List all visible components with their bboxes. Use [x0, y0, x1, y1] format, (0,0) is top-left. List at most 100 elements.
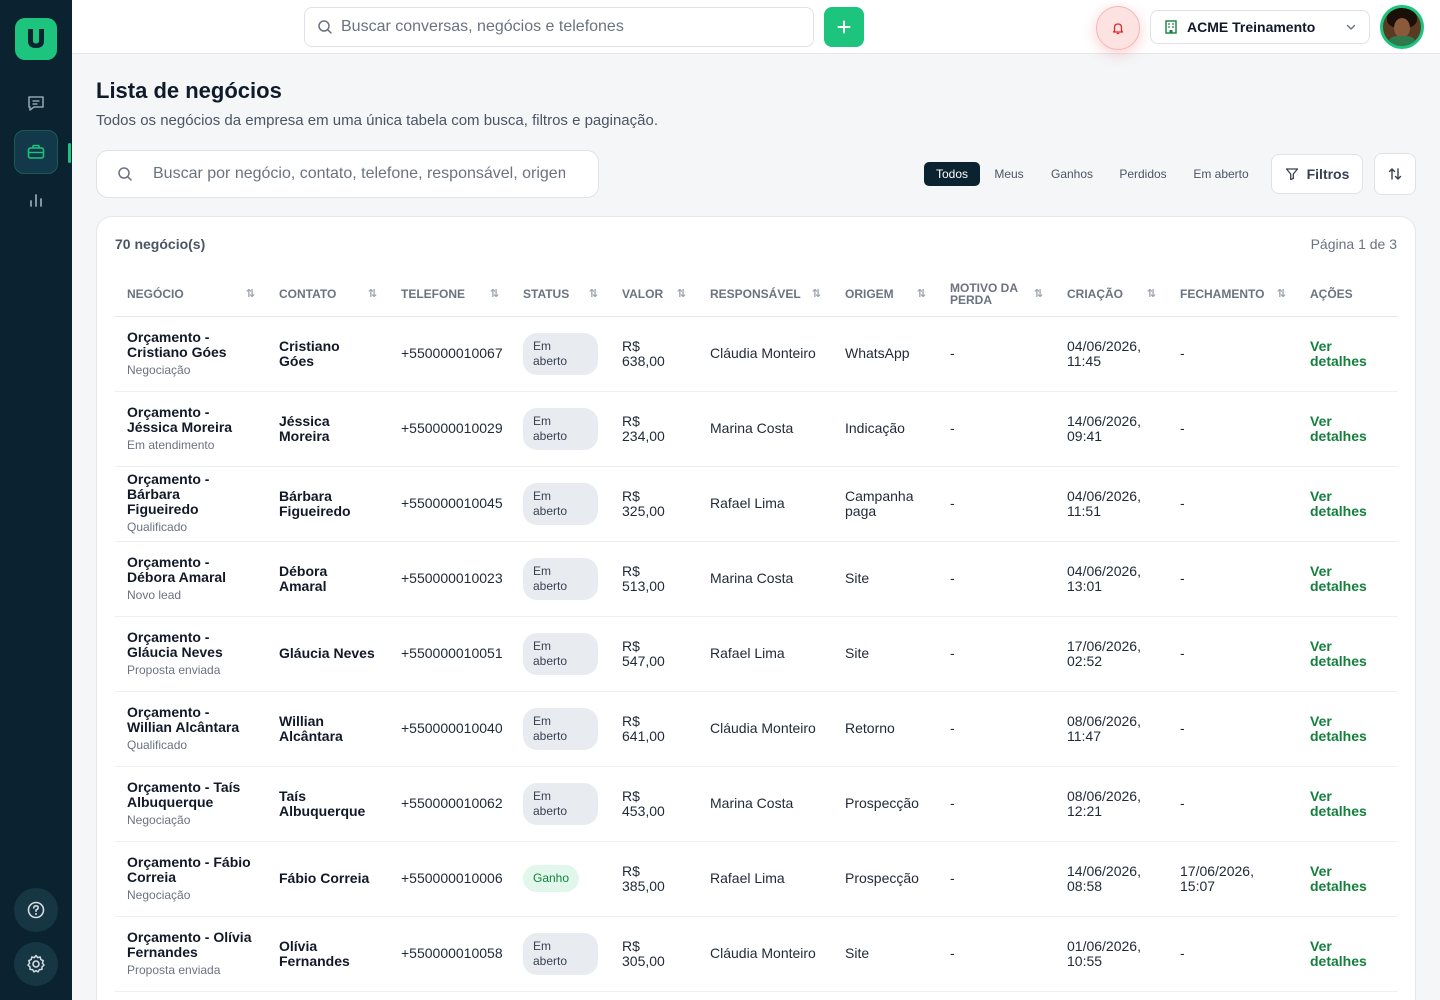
- view-details-link[interactable]: Ver detalhes: [1310, 338, 1367, 369]
- cell-closed: -: [1168, 391, 1298, 467]
- cell-contact: Taís Albuquerque: [267, 766, 389, 842]
- sidebar-item-conversations[interactable]: [14, 81, 58, 125]
- status-badge: Em aberto: [523, 557, 598, 600]
- table-row: Orçamento - Débora Amaral Novo lead Débora…: [115, 541, 1398, 617]
- help-button[interactable]: [14, 888, 58, 932]
- cell-phone: +550000010058: [389, 916, 511, 992]
- deal-stage: Negociação: [127, 362, 191, 377]
- add-button[interactable]: [824, 7, 864, 47]
- column-header-created[interactable]: Criação ⇅: [1055, 273, 1168, 317]
- column-header-closed[interactable]: Fechamento ⇅: [1168, 273, 1298, 317]
- topbar: ACME Treinamento: [72, 0, 1440, 54]
- segment-all[interactable]: Todos: [924, 162, 980, 186]
- cell-created: 04/06/2026, 11:45: [1055, 316, 1168, 392]
- notifications-button[interactable]: [1096, 6, 1140, 50]
- column-header-owner[interactable]: Responsável ⇅: [698, 273, 833, 317]
- cell-created: 04/06/2026, 13:01: [1055, 541, 1168, 617]
- cell-status: Em aberto: [511, 466, 610, 542]
- company-selector[interactable]: ACME Treinamento: [1150, 10, 1370, 44]
- global-search[interactable]: [304, 7, 814, 47]
- column-header-phone[interactable]: Telefone ⇅: [389, 273, 511, 317]
- deal-name[interactable]: Orçamento - Bárbara Figueiredo: [127, 472, 255, 517]
- page-subtitle: Todos os negócios da empresa em uma únic…: [96, 112, 658, 129]
- deal-name[interactable]: Orçamento - Cristiano Góes: [127, 329, 255, 360]
- briefcase-icon: [27, 144, 45, 159]
- deal-name[interactable]: Orçamento - Gláucia Neves: [127, 629, 255, 660]
- cell-origin: Prospecção: [833, 841, 938, 917]
- cell-origin: Retorno: [833, 691, 938, 767]
- segment-mine[interactable]: Meus: [986, 162, 1032, 186]
- segment-open[interactable]: Em aberto: [1184, 162, 1258, 186]
- cell-contact: Willian Alcântara: [267, 691, 389, 767]
- cell-contact: Cristiano Góes: [267, 316, 389, 392]
- column-header-value[interactable]: Valor ⇅: [610, 273, 698, 317]
- table-row: Orçamento - Gláucia Neves Proposta enviad…: [115, 616, 1398, 692]
- deal-search-input[interactable]: [153, 165, 565, 183]
- sidebar-item-deals[interactable]: [14, 130, 58, 174]
- view-details-link[interactable]: Ver detalhes: [1310, 413, 1367, 444]
- cell-deal: Orçamento - Olívia Fernandes Proposta env…: [115, 916, 267, 992]
- cell-created: 04/06/2026, 11:51: [1055, 466, 1168, 542]
- deal-stage: Qualificado: [127, 520, 188, 534]
- filters-button[interactable]: Filtros: [1271, 154, 1363, 194]
- cell-contact: Jéssica Moreira: [267, 391, 389, 467]
- global-search-input[interactable]: [341, 18, 801, 36]
- deal-name[interactable]: Orçamento - Taís Albuquerque: [127, 779, 255, 810]
- column-header-deal[interactable]: Negócio ⇅: [115, 273, 267, 317]
- cell-closed: -: [1168, 766, 1298, 842]
- sort-arrows-icon: ⇅: [245, 288, 255, 301]
- deal-name[interactable]: Orçamento - Fábio Correia: [127, 854, 255, 885]
- column-header-loss-reason[interactable]: Motivo da perda ⇅: [938, 273, 1055, 317]
- cell-deal: Orçamento - Jéssica Moreira Em atendiment…: [115, 391, 267, 467]
- chevron-down-icon: [1346, 24, 1356, 30]
- column-header-status[interactable]: Status ⇅: [511, 273, 610, 317]
- view-details-link[interactable]: Ver detalhes: [1310, 713, 1367, 744]
- sidebar-item-reports[interactable]: [14, 178, 58, 222]
- user-avatar[interactable]: [1380, 5, 1424, 49]
- view-details-link[interactable]: Ver detalhes: [1310, 638, 1367, 669]
- segment-won[interactable]: Ganhos: [1042, 162, 1102, 186]
- cell-origin: Prospecção: [833, 766, 938, 842]
- view-details-link[interactable]: Ver detalhes: [1310, 563, 1367, 594]
- deal-count: 70 negócio(s): [115, 236, 206, 252]
- help-icon: [27, 901, 45, 919]
- sort-arrows-icon: ⇅: [676, 288, 686, 301]
- plus-icon: [837, 20, 851, 34]
- settings-button[interactable]: [14, 942, 58, 986]
- column-header-contact[interactable]: Contato ⇅: [267, 273, 389, 317]
- cell-owner: Cláudia Monteiro: [698, 316, 833, 392]
- cell-value: R$ 325,00: [610, 466, 698, 542]
- deal-name[interactable]: Orçamento - Jéssica Moreira: [127, 404, 255, 435]
- cell-closed: -: [1168, 916, 1298, 992]
- app-logo[interactable]: [15, 18, 57, 60]
- cell-created: 01/06/2026, 10:55: [1055, 916, 1168, 992]
- view-details-link[interactable]: Ver detalhes: [1310, 488, 1367, 519]
- sort-button[interactable]: [1374, 153, 1416, 195]
- cell-closed: -: [1168, 466, 1298, 542]
- deal-stage: Qualificado: [127, 737, 188, 752]
- deal-search[interactable]: [96, 150, 599, 198]
- deal-stage: Negociação: [127, 887, 191, 902]
- view-details-link[interactable]: Ver detalhes: [1310, 788, 1367, 819]
- cell-value: R$ 513,00: [610, 541, 698, 617]
- table-row: Orçamento - Willian Alcântara Qualificado…: [115, 691, 1398, 767]
- search-icon: [118, 167, 132, 181]
- cell-closed: -: [1168, 316, 1298, 392]
- view-details-link[interactable]: Ver detalhes: [1310, 863, 1367, 894]
- table-row: Orçamento - Fábio Correia Negociação Fábio…: [115, 841, 1398, 917]
- view-details-link[interactable]: Ver detalhes: [1310, 938, 1367, 969]
- column-header-origin[interactable]: Origem ⇅: [833, 273, 938, 317]
- segment-lost[interactable]: Perdidos: [1110, 162, 1176, 186]
- cell-value: R$ 453,00: [610, 766, 698, 842]
- cell-actions: Ver detalhes: [1298, 766, 1398, 842]
- cell-deal: Orçamento - Bárbara Figueiredo Qualificad…: [115, 466, 267, 542]
- table-row: Orçamento - Bárbara Figueiredo Qualificad…: [115, 466, 1398, 542]
- cell-contact: Débora Amaral: [267, 541, 389, 617]
- building-icon: [1165, 20, 1177, 34]
- deal-name[interactable]: Orçamento - Willian Alcântara: [127, 704, 255, 735]
- deal-name[interactable]: Orçamento - Olívia Fernandes: [127, 929, 255, 960]
- cell-contact: Olívia Fernandes: [267, 916, 389, 992]
- table-row: Orçamento - Olívia Fernandes Proposta env…: [115, 916, 1398, 992]
- cell-loss-reason: -: [938, 916, 1055, 992]
- deal-name[interactable]: Orçamento - Débora Amaral: [127, 554, 255, 585]
